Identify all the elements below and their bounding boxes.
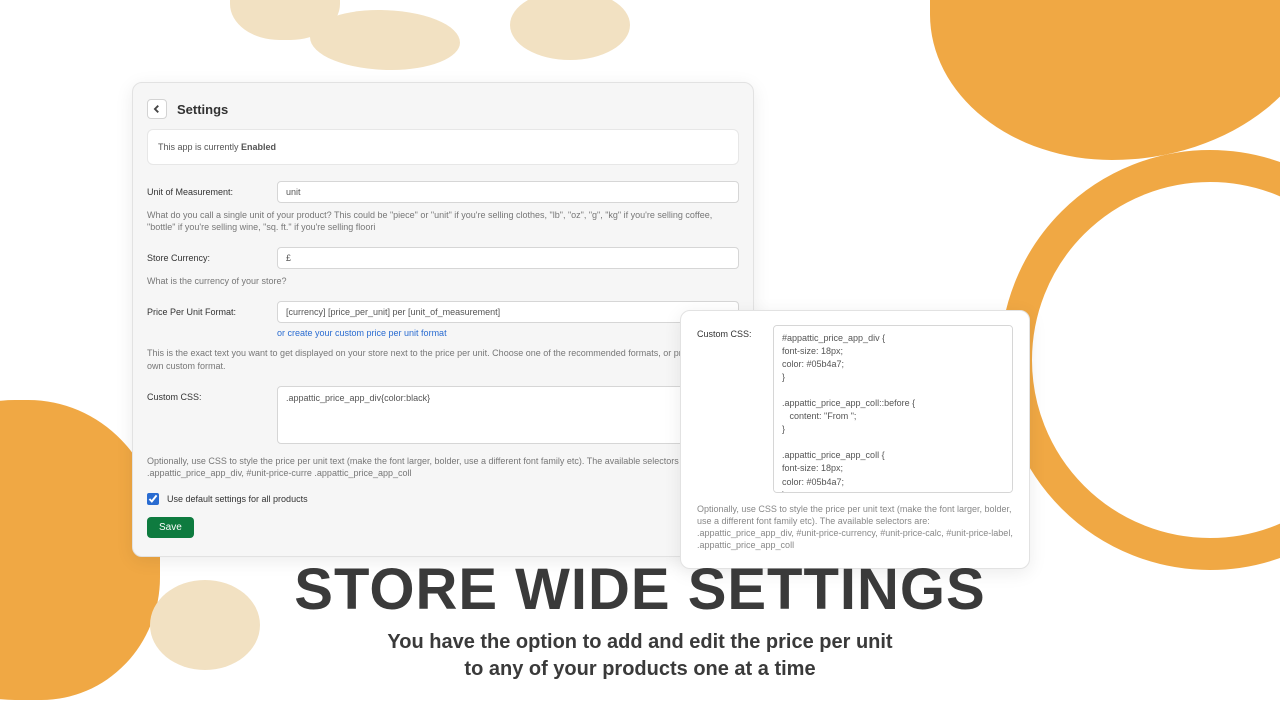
default-settings-checkbox[interactable] [147, 493, 159, 505]
settings-header: Settings [147, 97, 739, 129]
decor-blob [930, 0, 1280, 160]
unit-help: What do you call a single unit of your p… [147, 209, 739, 233]
arrow-left-icon [152, 104, 162, 114]
decor-blob [510, 0, 630, 60]
decor-blob [310, 10, 460, 70]
css-label: Custom CSS: [147, 386, 271, 402]
back-button[interactable] [147, 99, 167, 119]
status-prefix: This app is currently [158, 142, 241, 152]
decor-ring [1000, 150, 1280, 570]
format-select[interactable]: [currency] [price_per_unit] per [unit_of… [277, 301, 739, 323]
hero-subtitle: You have the option to add and edit the … [0, 629, 1280, 683]
css-help: Optionally, use CSS to style the price p… [147, 455, 739, 479]
format-label: Price Per Unit Format: [147, 301, 271, 317]
settings-card: Settings This app is currently Enabled U… [132, 82, 754, 557]
custom-css-card: Custom CSS: #appattic_price_app_div { fo… [680, 310, 1030, 569]
format-help: This is the exact text you want to get d… [147, 347, 739, 371]
hero-title: STORE WIDE SETTINGS [0, 556, 1280, 623]
currency-input[interactable] [277, 247, 739, 269]
format-value: [currency] [price_per_unit] per [unit_of… [286, 307, 500, 317]
side-css-label: Custom CSS: [697, 325, 767, 339]
custom-format-link[interactable]: or create your custom price per unit for… [277, 324, 447, 338]
side-css-box[interactable]: #appattic_price_app_div { font-size: 18p… [773, 325, 1013, 493]
side-css-help: Optionally, use CSS to style the price p… [697, 503, 1013, 552]
default-settings-checkbox-row[interactable]: Use default settings for all products [147, 493, 739, 505]
status-value: Enabled [241, 142, 276, 152]
hero: STORE WIDE SETTINGS You have the option … [0, 556, 1280, 683]
currency-label: Store Currency: [147, 247, 271, 263]
checkbox-label: Use default settings for all products [167, 494, 308, 504]
status-box: This app is currently Enabled [147, 129, 739, 165]
page-title: Settings [177, 102, 228, 117]
unit-label: Unit of Measurement: [147, 181, 271, 197]
css-textarea[interactable] [277, 386, 739, 444]
unit-input[interactable] [277, 181, 739, 203]
save-button[interactable]: Save [147, 517, 194, 538]
currency-help: What is the currency of your store? [147, 275, 739, 287]
